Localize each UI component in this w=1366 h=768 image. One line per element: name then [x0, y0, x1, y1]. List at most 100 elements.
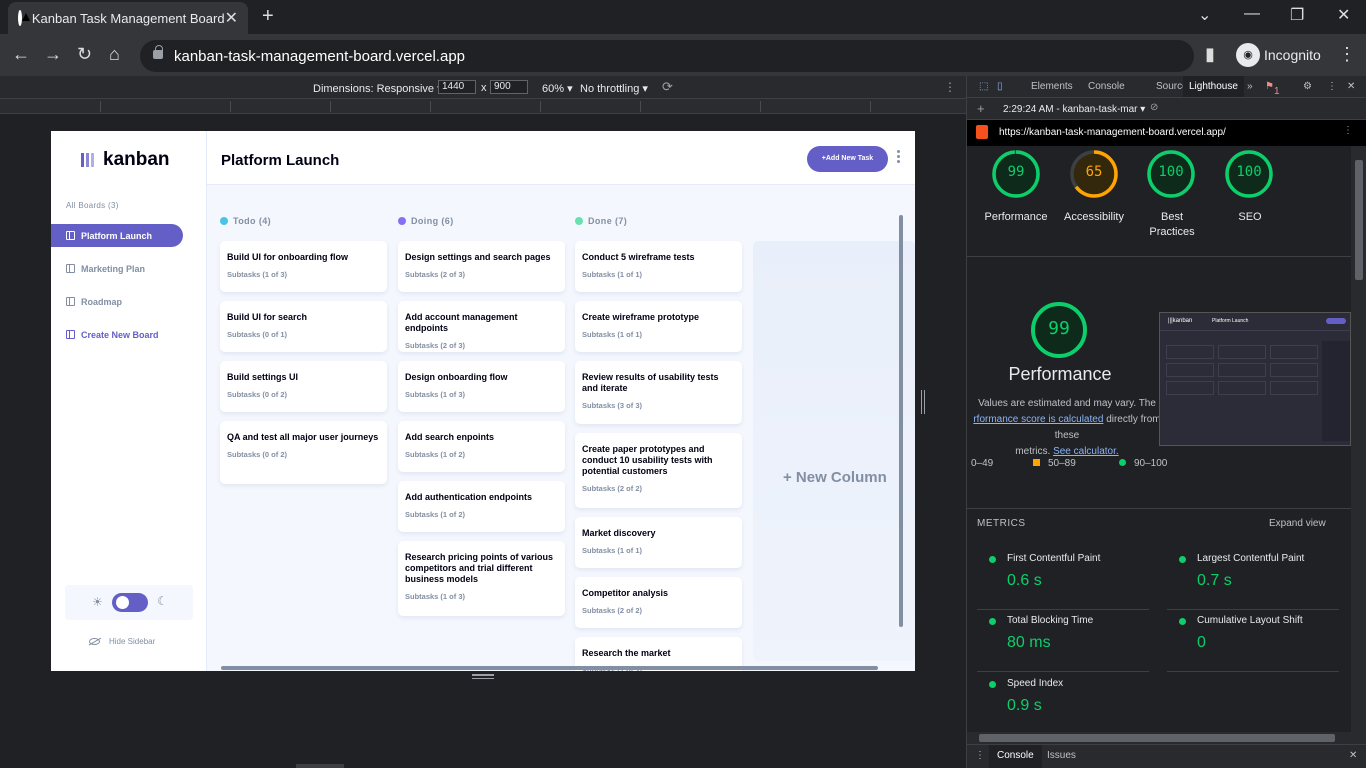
- performance-score: 99: [1048, 318, 1070, 339]
- drawer-menu-icon[interactable]: ⋮: [975, 750, 985, 761]
- task-card[interactable]: Add authentication endpoints Subtasks (1 …: [398, 481, 565, 532]
- drawer-tab-console[interactable]: Console: [989, 745, 1042, 768]
- task-subtasks: Subtasks (2 of 3): [405, 341, 466, 350]
- performance-gauge-large: 99: [1029, 300, 1089, 360]
- tab-search-icon[interactable]: ⌄: [1198, 5, 1211, 25]
- see-calculator-link[interactable]: See calculator.: [1053, 446, 1119, 457]
- gauge-seo[interactable]: 100: [1223, 148, 1275, 200]
- task-card[interactable]: Market discovery Subtasks (1 of 1): [575, 517, 742, 568]
- settings-gear-icon[interactable]: ⚙: [1303, 81, 1312, 92]
- board-vertical-scrollbar[interactable]: [899, 215, 903, 627]
- address-bar[interactable]: kanban-task-management-board.vercel.app: [140, 40, 1194, 72]
- new-column-button[interactable]: + New Column: [753, 241, 915, 661]
- drawer-tab-issues[interactable]: Issues: [1047, 750, 1076, 761]
- viewport-width-resizer[interactable]: [921, 390, 925, 414]
- more-tabs-icon[interactable]: »: [1247, 81, 1253, 92]
- throttle-select[interactable]: No throttling ▾: [580, 82, 648, 95]
- task-card[interactable]: Create paper prototypes and conduct 10 u…: [575, 433, 742, 508]
- clear-icon[interactable]: ⊘: [1150, 102, 1158, 113]
- gauge-performance[interactable]: 99: [990, 148, 1042, 200]
- incognito-badge[interactable]: ◉ Incognito: [1232, 41, 1328, 69]
- new-tab-icon[interactable]: +: [262, 5, 274, 28]
- performance-title: Performance: [1008, 364, 1112, 384]
- task-card[interactable]: Design onboarding flow Subtasks (1 of 3): [398, 361, 565, 412]
- hide-sidebar-button[interactable]: Hide Sidebar: [89, 637, 155, 646]
- add-new-task-button[interactable]: +Add New Task: [807, 146, 888, 172]
- close-window-icon[interactable]: ✕: [1337, 5, 1350, 25]
- close-tab-icon[interactable]: ✕: [225, 8, 238, 28]
- back-icon[interactable]: ←: [12, 44, 30, 65]
- device-options-icon[interactable]: ⋮: [944, 80, 956, 94]
- metric-item: First Contentful Paint 0.6 s: [977, 550, 1149, 610]
- lighthouse-url-bar: https://kanban-task-management-board.ver…: [967, 120, 1366, 146]
- column-header: Doing (6): [398, 216, 454, 226]
- board-horizontal-scrollbar[interactable]: [221, 666, 878, 670]
- reload-icon[interactable]: ↻: [77, 44, 92, 65]
- create-new-board-button[interactable]: Create New Board: [51, 323, 183, 346]
- task-card[interactable]: Conduct 5 wireframe tests Subtasks (1 of …: [575, 241, 742, 292]
- sun-icon: ☀: [92, 595, 103, 609]
- expand-view-toggle[interactable]: Expand view: [1269, 518, 1326, 529]
- metric-pass-dot: [989, 681, 996, 688]
- restore-icon[interactable]: ❐: [1290, 5, 1304, 25]
- task-card[interactable]: Add account management endpoints Subtasks…: [398, 301, 565, 352]
- ruler-tick: [230, 101, 231, 112]
- device-toggle-icon[interactable]: ▯: [997, 81, 1003, 92]
- hide-eye-icon: [89, 638, 100, 645]
- sidebar-item-marketing-plan[interactable]: Marketing Plan: [51, 257, 183, 280]
- task-card[interactable]: QA and test all major user journeys Subta…: [220, 421, 387, 484]
- sidebar-item-platform-launch[interactable]: Platform Launch: [51, 224, 183, 247]
- task-subtasks: Subtasks (1 of 2): [405, 510, 466, 519]
- task-card[interactable]: Build settings UI Subtasks (0 of 2): [220, 361, 387, 412]
- zoom-select[interactable]: 60% ▾: [542, 82, 573, 95]
- task-card[interactable]: Build UI for search Subtasks (0 of 1): [220, 301, 387, 352]
- forward-icon[interactable]: →: [44, 44, 62, 65]
- new-report-icon[interactable]: +: [977, 101, 985, 116]
- viewport-height-resizer[interactable]: [472, 674, 494, 682]
- report-menu-icon[interactable]: ⋮: [1343, 125, 1353, 136]
- browser-tab[interactable]: Kanban Task Management Board ✕: [8, 2, 248, 34]
- width-input[interactable]: 1440: [438, 80, 476, 94]
- legend-label: 0–49: [971, 458, 994, 469]
- report-url[interactable]: https://kanban-task-management-board.ver…: [999, 127, 1226, 138]
- gauge-value: 100: [1158, 164, 1184, 180]
- score-calculated-link[interactable]: rformance score is calculated: [973, 414, 1103, 425]
- devtools-vertical-scrollbar[interactable]: [1351, 146, 1366, 732]
- minimize-icon[interactable]: —: [1244, 5, 1260, 23]
- tab-lighthouse[interactable]: Lighthouse: [1183, 76, 1244, 97]
- task-card[interactable]: Create wireframe prototype Subtasks (1 of…: [575, 301, 742, 352]
- devtools-menu-icon[interactable]: ⋮: [1327, 81, 1337, 92]
- board-label: Platform Launch: [81, 230, 153, 241]
- height-input[interactable]: 900: [490, 80, 528, 94]
- task-card[interactable]: Build UI for onboarding flow Subtasks (1 …: [220, 241, 387, 292]
- board-menu-icon[interactable]: [897, 150, 901, 164]
- task-card[interactable]: Research pricing points of various compe…: [398, 541, 565, 616]
- theme-toggle[interactable]: [112, 593, 148, 612]
- board-label: Marketing Plan: [81, 263, 146, 274]
- browser-menu-icon[interactable]: ⋮: [1338, 44, 1356, 65]
- tab-elements[interactable]: Elements: [1031, 81, 1073, 92]
- devtools-horizontal-scrollbar[interactable]: [967, 732, 1366, 744]
- home-icon[interactable]: ⌂: [109, 44, 120, 65]
- side-panel-icon[interactable]: ▮: [1205, 44, 1215, 65]
- task-card[interactable]: Competitor analysis Subtasks (2 of 2): [575, 577, 742, 628]
- task-card[interactable]: Review results of usability tests and it…: [575, 361, 742, 424]
- issues-badge[interactable]: ⚑ 1: [1265, 81, 1280, 97]
- column-color-dot: [398, 217, 406, 225]
- task-card[interactable]: Design settings and search pages Subtasks…: [398, 241, 565, 292]
- report-select[interactable]: 2:29:24 AM - kanban-task-mar ▾: [1003, 104, 1145, 115]
- metric-value: 0.7 s: [1197, 572, 1232, 589]
- dimensions-select[interactable]: Dimensions: Responsive ▾: [313, 82, 443, 95]
- gauge-accessibility[interactable]: 65: [1068, 148, 1120, 200]
- rotate-icon[interactable]: ⟳: [662, 79, 673, 95]
- tab-console[interactable]: Console: [1088, 81, 1125, 92]
- close-devtools-icon[interactable]: ✕: [1347, 81, 1355, 92]
- task-card[interactable]: Add search enpoints Subtasks (1 of 2): [398, 421, 565, 472]
- task-title: Design settings and search pages: [405, 252, 551, 262]
- sidebar-item-roadmap[interactable]: Roadmap: [51, 290, 183, 313]
- inspect-icon[interactable]: ⬚: [979, 81, 988, 92]
- legend-marker: [1119, 459, 1126, 466]
- board-icon: [66, 264, 75, 273]
- gauge-best-practices[interactable]: 100: [1145, 148, 1197, 200]
- close-drawer-icon[interactable]: ✕: [1349, 750, 1357, 761]
